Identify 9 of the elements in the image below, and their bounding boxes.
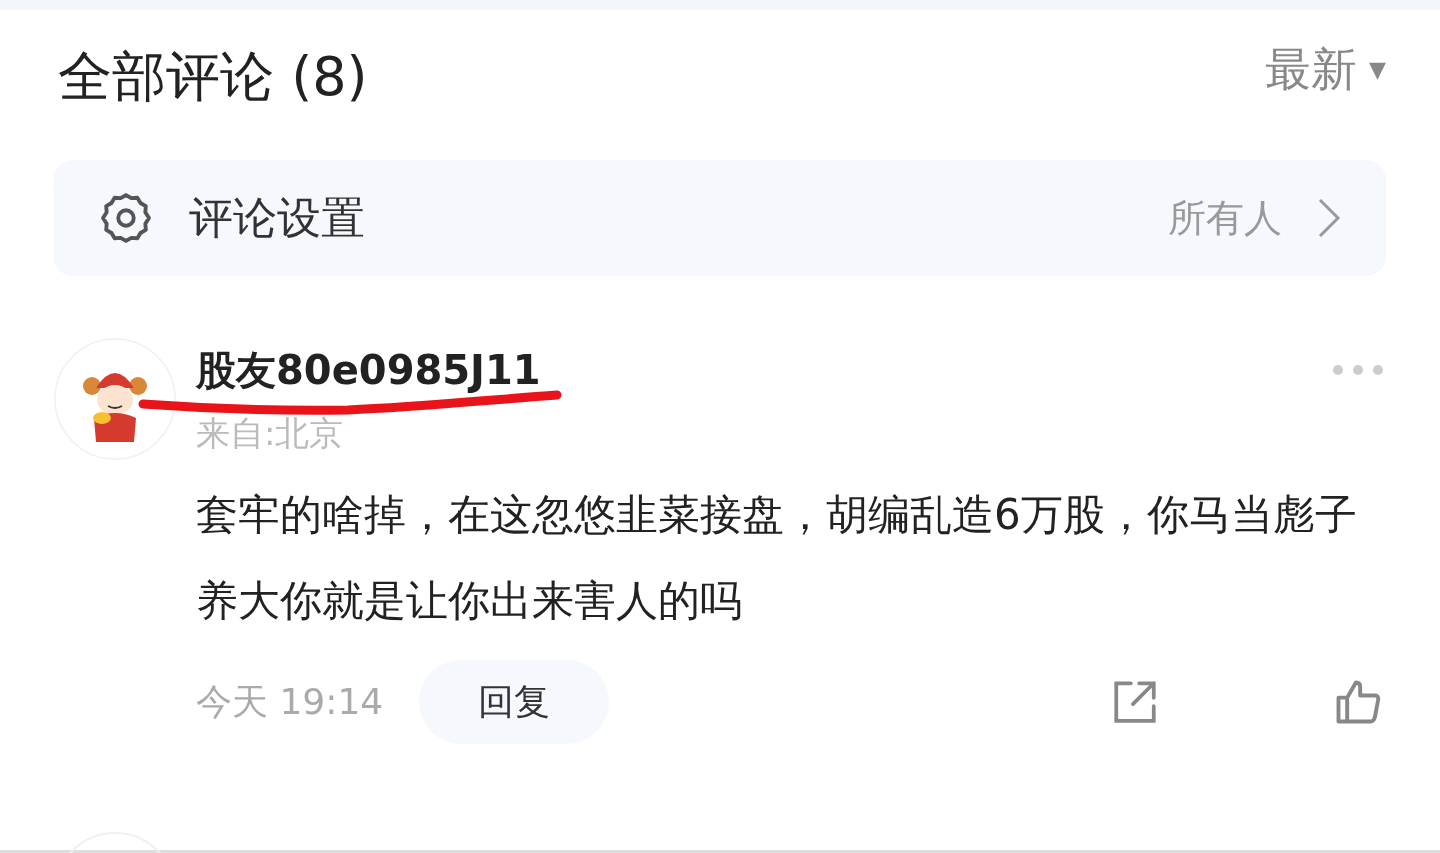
reply-button[interactable]: 回复 <box>419 660 610 744</box>
section-title: 全部评论 (8) <box>58 50 368 104</box>
comment-text: 套牢的啥掉，在这忽悠韭菜接盘，胡编乱造6万股，你马当彪子养大你就是让你出来害人的吗 <box>196 489 1358 627</box>
chevron-right-icon <box>1316 196 1342 240</box>
comment-settings-row[interactable]: 评论设置 所有人 <box>53 160 1386 276</box>
comment-time: 今天 19:14 <box>196 680 384 724</box>
location-text: 来自:北京 <box>196 416 345 450</box>
sort-dropdown[interactable]: 最新 ▼ <box>1265 46 1386 92</box>
cartoon-avatar[interactable] <box>54 338 176 460</box>
